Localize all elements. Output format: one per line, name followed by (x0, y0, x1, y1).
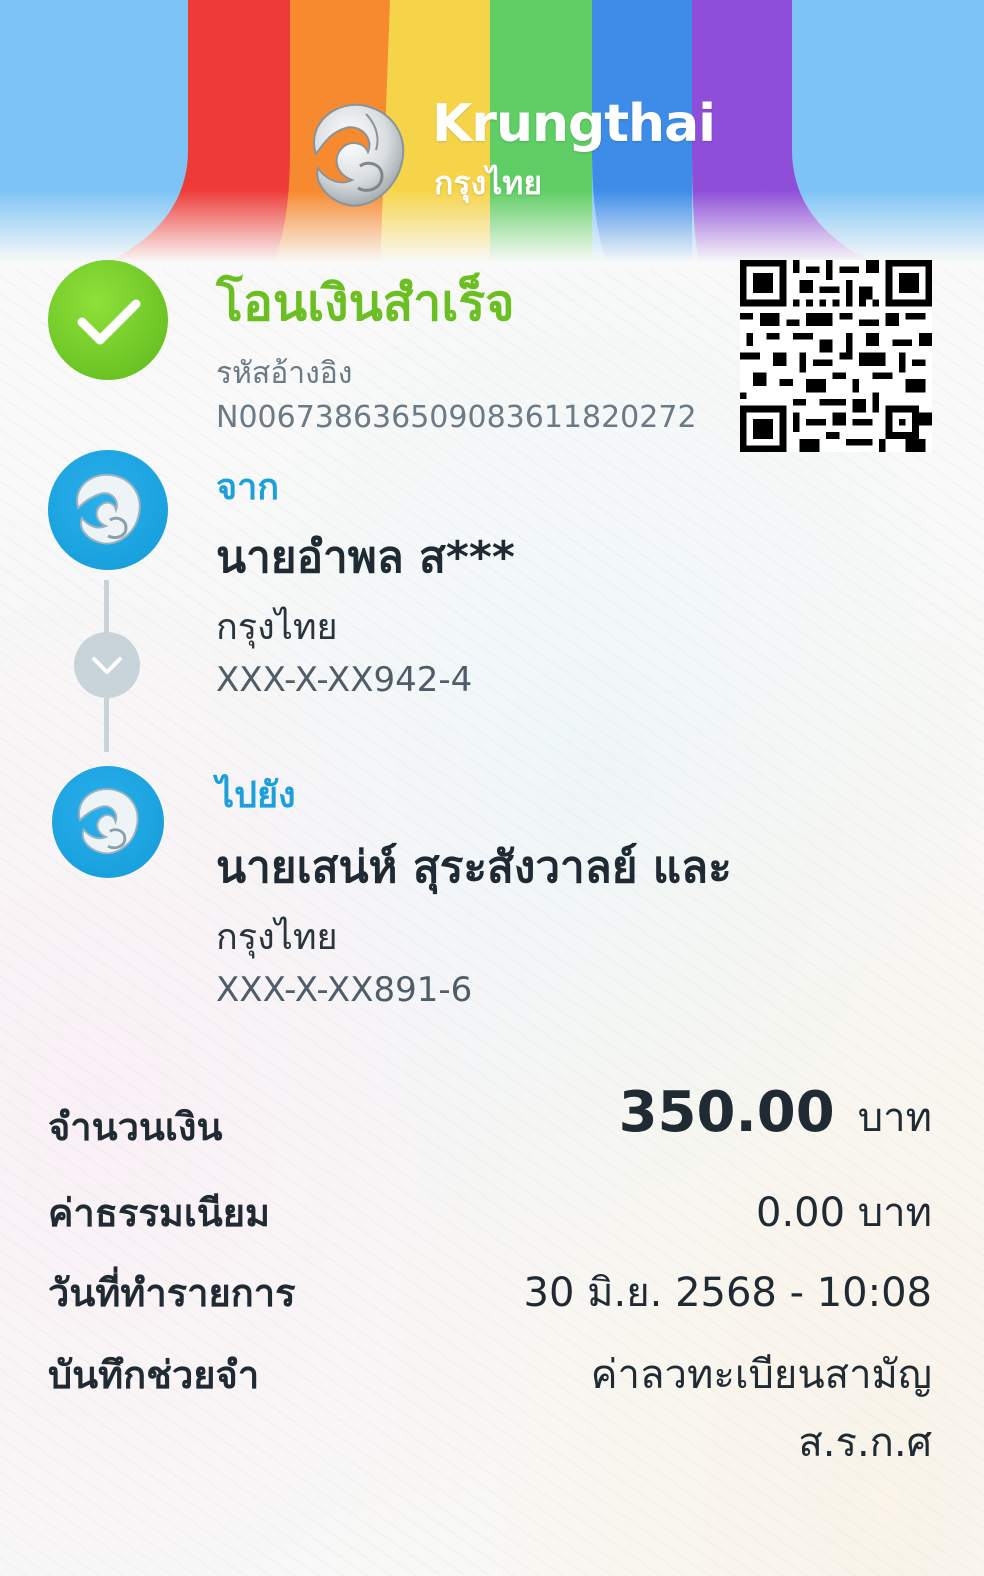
sender-account-number: XXX-X-XX942-4 (216, 660, 473, 700)
amount-value: 350.00 (618, 1080, 835, 1145)
memo-line-1: ค่าลวทะเบียนสามัญ (590, 1352, 932, 1398)
recipient-account-number: XXX-X-XX891-6 (216, 970, 473, 1010)
status-title: โอนเงินสำเร็จ (216, 274, 515, 332)
chevron-down-icon (92, 657, 122, 674)
sender-bank-logo (48, 450, 168, 570)
amount-unit: บาท (857, 1095, 932, 1141)
amount-row-value: 350.00 บาท (619, 1080, 932, 1149)
krungthai-bird-icon (78, 788, 139, 855)
sender-name: นายอำพล ส*** (216, 532, 515, 583)
fee-value: 0.00 บาท (756, 1190, 932, 1236)
krungthai-bird-icon (313, 103, 405, 207)
success-status-icon (48, 260, 168, 380)
recipient-bank-name: กรุงไทย (216, 917, 338, 958)
transaction-date-value: 30 มิ.ย. 2568 - 10:08 (523, 1270, 933, 1316)
memo-line-2: ส.ร.ก.ศ (798, 1420, 932, 1466)
brand-name-en: Krungthai (432, 94, 716, 154)
memo-label: บันทึกช่วยจำ (48, 1353, 260, 1397)
transfer-direction-indicator (74, 632, 140, 698)
recipient-name: นายเสน่ห์ สุระสังวาลย์ และ (216, 842, 732, 893)
brand-name-th: กรุงไทย (434, 164, 543, 202)
recipient-bank-logo (52, 766, 164, 878)
reference-label: รหัสอ้างอิง (216, 356, 353, 391)
to-label: ไปยัง (216, 775, 296, 816)
verification-qr-code[interactable] (740, 260, 932, 452)
qr-code-icon (740, 260, 932, 452)
check-icon (77, 299, 141, 345)
krungthai-logo: Krungthai กรุงไทย (296, 94, 716, 224)
krungthai-bird-icon (76, 473, 141, 545)
amount-label: จำนวนเงิน (48, 1105, 223, 1149)
from-label: จาก (216, 467, 280, 508)
reference-number[interactable]: N006738636509083611820272 (216, 400, 697, 435)
fee-label: ค่าธรรมเนียม (48, 1191, 271, 1235)
header-banner: Krungthai กรุงไทย (0, 0, 984, 270)
sender-bank-name: กรุงไทย (216, 607, 338, 648)
transaction-date-label: วันที่ทำรายการ (48, 1271, 296, 1315)
